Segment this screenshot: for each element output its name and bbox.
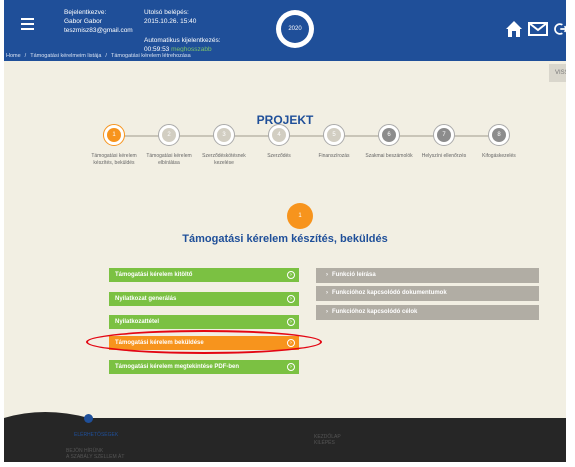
step-label: Támogatási kérelem elbírálása bbox=[146, 153, 192, 166]
footer-left-links: BEJÖN HÍRÜNK A SZABÁLY SZELLEM ÁT bbox=[66, 448, 124, 460]
mail-icon[interactable] bbox=[528, 18, 548, 40]
step-circle: 5 bbox=[323, 124, 345, 146]
step-circle: 2 bbox=[158, 124, 180, 146]
footer-mid-links: KEZDŐLAP KILÉPÉS bbox=[314, 434, 341, 446]
current-step-badge: 1 bbox=[287, 203, 313, 229]
user-info: Bejelentkezve: Gabor Gabor teszmisz83@gm… bbox=[64, 8, 133, 35]
step-4[interactable]: 4 Szerződés bbox=[249, 124, 309, 160]
current-step-title: Támogatási kérelem készítés, beküldés bbox=[182, 233, 388, 245]
highlight-oval bbox=[86, 330, 322, 354]
logout-icon[interactable] bbox=[554, 18, 566, 40]
breadcrumb-create-application[interactable]: Támogatási kérelem létrehozása bbox=[111, 53, 191, 59]
step-label: Szakmai beszámolók bbox=[365, 153, 413, 159]
step-2[interactable]: 2 Támogatási kérelem elbírálása bbox=[139, 124, 199, 167]
step-circle: 8 bbox=[488, 124, 510, 146]
accordion-related-documents[interactable]: › Funkcióhoz kapcsolódó dokumentumok bbox=[316, 286, 539, 301]
step-3[interactable]: 3 Szerződéskötésnek kezelése bbox=[194, 124, 254, 167]
action-label: Nyilatkozat generálás bbox=[115, 296, 177, 302]
footer-link-2[interactable]: A SZABÁLY SZELLEM ÁT bbox=[66, 454, 124, 460]
chevron-right-icon: › bbox=[287, 295, 295, 303]
page: Bejelentkezve: Gabor Gabor teszmisz83@gm… bbox=[4, 0, 566, 462]
home-icon[interactable] bbox=[504, 18, 524, 40]
action-label: Támogatási kérelem kitöltő bbox=[115, 272, 193, 278]
step-5[interactable]: 5 Finanszírozás bbox=[304, 124, 364, 160]
step-label: Szerződéskötésnek kezelése bbox=[202, 153, 246, 166]
hamburger-menu-icon[interactable] bbox=[21, 18, 34, 32]
step-number: 3 bbox=[217, 128, 231, 142]
breadcrumb-applications-list[interactable]: Támogatási kérelmeim listája bbox=[30, 53, 101, 59]
footer-contacts-link[interactable]: ELÉRHETŐSÉGEK bbox=[74, 432, 118, 438]
step-label: Helyszíni ellenőrzés bbox=[421, 153, 467, 159]
view-pdf-button[interactable]: Támogatási kérelem megtekintése PDF-ben … bbox=[109, 360, 299, 374]
step-circle: 3 bbox=[213, 124, 235, 146]
last-login-info: Utolsó belépés: 2015.10.26. 15:40 bbox=[144, 8, 196, 26]
step-8[interactable]: 8 Kifogáskezelés bbox=[469, 124, 529, 160]
step-number: 1 bbox=[107, 128, 121, 142]
back-button[interactable]: VISSZA bbox=[549, 64, 566, 82]
step-label: Kifogáskezelés bbox=[482, 153, 516, 159]
accordion-function-description[interactable]: › Funkció leírása bbox=[316, 268, 539, 283]
step-number: 6 bbox=[382, 128, 396, 142]
last-login-label: Utolsó belépés: bbox=[144, 9, 189, 16]
step-label: Támogatási kérelem készítés, beküldés bbox=[91, 153, 137, 166]
footer-logout-link[interactable]: KILÉPÉS bbox=[314, 440, 335, 446]
user-label: Bejelentkezve: bbox=[64, 9, 107, 16]
logo-text: 2020 bbox=[281, 15, 309, 43]
footer-contacts: ELÉRHETŐSÉGEK bbox=[74, 432, 118, 438]
step-1[interactable]: 1 Támogatási kérelem készítés, beküldés bbox=[84, 124, 144, 167]
chevron-right-icon: › bbox=[287, 363, 295, 371]
chevron-right-icon: › bbox=[287, 271, 295, 279]
generate-declaration-button[interactable]: Nyilatkozat generálás › bbox=[109, 292, 299, 306]
step-number: 2 bbox=[162, 128, 176, 142]
step-number: 8 bbox=[492, 128, 506, 142]
chevron-right-icon: › bbox=[326, 290, 328, 296]
accordion-label: Funkcióhoz kapcsolódó dokumentumok bbox=[332, 290, 447, 296]
auto-logout-label: Automatikus kijelentkezés: bbox=[144, 37, 221, 44]
accordion-label: Funkcióhoz kapcsolódó célok bbox=[332, 309, 418, 315]
step-7[interactable]: 7 Helyszíni ellenőrzés bbox=[414, 124, 474, 160]
last-login-time: 2015.10.26. 15:40 bbox=[144, 18, 197, 25]
step-circle: 4 bbox=[268, 124, 290, 146]
application-filler-button[interactable]: Támogatási kérelem kitöltő › bbox=[109, 268, 299, 282]
header-bar: Bejelentkezve: Gabor Gabor teszmisz83@gm… bbox=[4, 0, 566, 60]
step-label: Finanszírozás bbox=[318, 153, 350, 159]
chevron-right-icon: › bbox=[326, 309, 328, 315]
chevron-right-icon: › bbox=[287, 318, 295, 326]
action-label: Támogatási kérelem megtekintése PDF-ben bbox=[115, 364, 240, 370]
step-number: 4 bbox=[272, 128, 286, 142]
step-circle: 7 bbox=[433, 124, 455, 146]
footer-dot bbox=[84, 414, 93, 423]
step-label: Szerződés bbox=[267, 153, 291, 159]
accordion-label: Funkció leírása bbox=[332, 272, 376, 278]
step-circle: 1 bbox=[103, 124, 125, 146]
logo[interactable]: 2020 bbox=[276, 10, 314, 48]
user-name: Gabor Gabor bbox=[64, 18, 102, 25]
breadcrumb: Home / Támogatási kérelmeim listája / Támoga… bbox=[4, 52, 566, 61]
step-6[interactable]: 6 Szakmai beszámolók bbox=[359, 124, 419, 160]
action-label: Nyilatkozattétel bbox=[115, 319, 160, 325]
make-declaration-button[interactable]: Nyilatkozattétel › bbox=[109, 315, 299, 329]
footer: ELÉRHETŐSÉGEK BEJÖN HÍRÜNK A SZABÁLY SZE… bbox=[4, 418, 566, 462]
accordion-related-goals[interactable]: › Funkcióhoz kapcsolódó célok bbox=[316, 305, 539, 320]
user-email: teszmisz83@gmail.com bbox=[64, 27, 133, 34]
breadcrumb-home[interactable]: Home bbox=[6, 53, 21, 59]
chevron-right-icon: › bbox=[326, 272, 328, 278]
step-number: 7 bbox=[437, 128, 451, 142]
step-number: 5 bbox=[327, 128, 341, 142]
step-circle: 6 bbox=[378, 124, 400, 146]
